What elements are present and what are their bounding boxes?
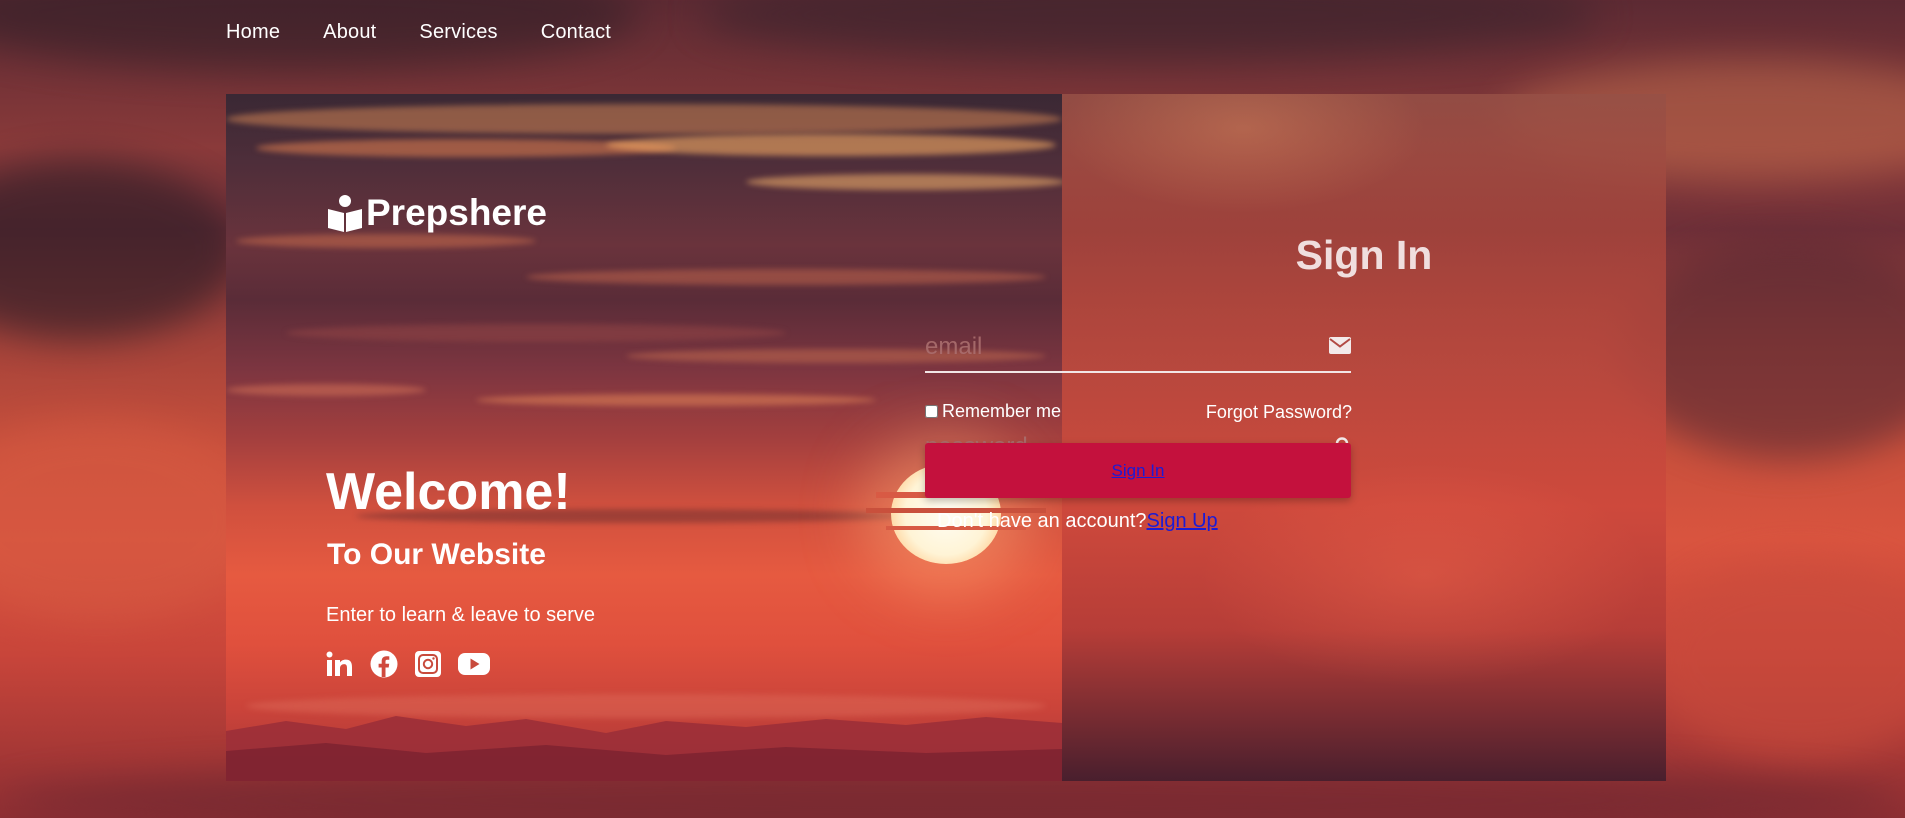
linkedin-icon[interactable] — [326, 650, 354, 678]
hero-title: Welcome! — [326, 463, 571, 521]
remember-me[interactable]: Remember me — [925, 401, 1061, 422]
envelope-icon — [1329, 337, 1351, 359]
nav-link-home[interactable]: Home — [226, 21, 280, 44]
facebook-icon[interactable] — [370, 650, 398, 678]
reader-book-icon — [328, 195, 362, 232]
signup-prompt: Don't have an account?Sign Up — [937, 510, 1218, 533]
cloud-streak — [226, 384, 426, 396]
hero-subtitle: To Our Website — [327, 538, 546, 571]
sign-in-button-label: Sign In — [1111, 460, 1165, 480]
sign-up-link[interactable]: Sign Up — [1147, 510, 1218, 532]
mountain-silhouette — [226, 716, 1062, 781]
cloud-streak — [476, 394, 876, 406]
sign-in-button[interactable]: Sign In — [925, 443, 1351, 498]
cloud-streak — [286, 324, 786, 342]
instagram-icon[interactable] — [414, 650, 442, 678]
top-nav: Home About Services Contact — [226, 18, 654, 46]
nav-link-about[interactable]: About — [323, 21, 376, 44]
cloud-streak — [746, 174, 1062, 190]
forgot-password-link[interactable]: Forgot Password? — [1202, 402, 1352, 423]
cloud-streak — [606, 134, 1056, 156]
brand-name: Prepshere — [366, 192, 547, 233]
no-account-text: Don't have an account? — [937, 510, 1147, 532]
email-field-wrapper — [925, 323, 1351, 373]
remember-me-label: Remember me — [942, 401, 1062, 421]
cloud-streak — [236, 234, 536, 248]
nav-link-services[interactable]: Services — [419, 21, 497, 44]
hero-tagline: Enter to learn & leave to serve — [326, 604, 596, 626]
youtube-icon[interactable] — [458, 652, 490, 676]
cloud-streak — [226, 104, 1062, 134]
brand-logo: Prepshere — [326, 192, 547, 234]
signin-title: Sign In — [1295, 232, 1433, 278]
social-links — [326, 650, 490, 678]
remember-me-checkbox[interactable] — [925, 405, 938, 418]
email-input[interactable] — [925, 323, 1351, 371]
cloud-streak — [526, 269, 1046, 285]
nav-link-contact[interactable]: Contact — [541, 21, 611, 44]
